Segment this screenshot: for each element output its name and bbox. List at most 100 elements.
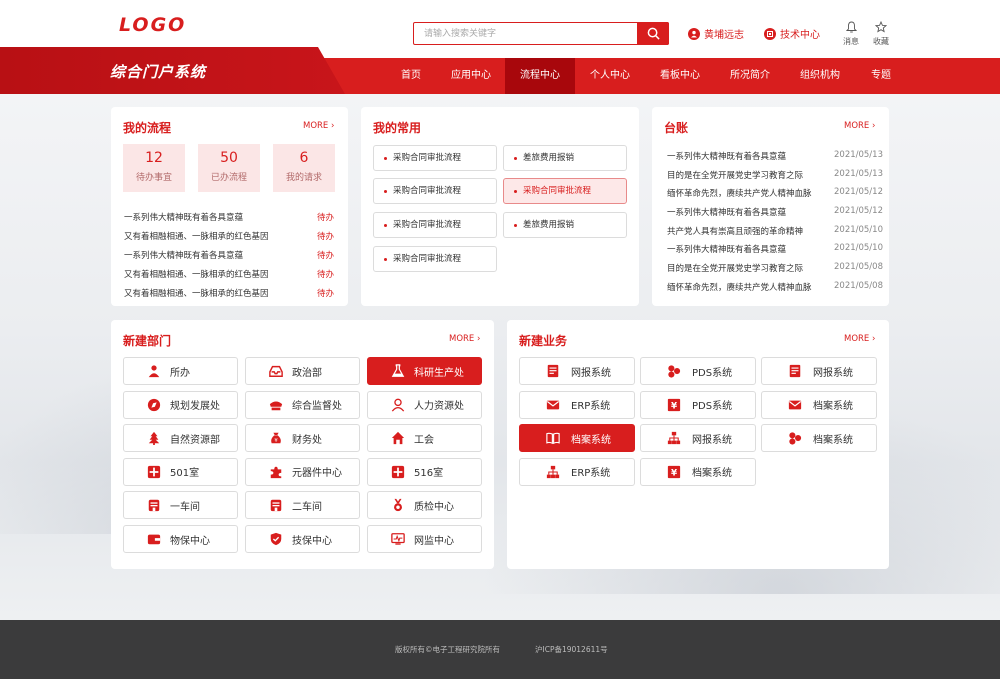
common-item[interactable]: 采购合同审批流程: [373, 145, 497, 171]
business-tile-label: PDS系统: [692, 401, 733, 413]
footer: 版权所有©电子工程研究院所有 沪ICP备19012611号: [0, 620, 1000, 679]
ledger-row[interactable]: 缅怀革命先烈，赓续共产党人精神血脉 2021/05/08: [667, 281, 883, 293]
ledger-row[interactable]: 一系列伟大精神既有着各具意蕴 2021/05/12: [667, 206, 883, 218]
flow-row[interactable]: 一系列伟大精神既有着各具意蕴 待办: [124, 249, 334, 261]
department-tile-label: 自然资源部: [170, 434, 220, 446]
ledger-row[interactable]: 共产党人具有崇高且顽强的革命精神 2021/05/10: [667, 225, 883, 237]
common-item-active[interactable]: 采购合同审批流程: [503, 178, 627, 204]
chevron-right-icon: ›: [477, 334, 481, 344]
stat-done[interactable]: 50 已办流程: [198, 144, 260, 192]
business-tile[interactable]: PDS系统: [640, 357, 756, 385]
nav-item-flow-center[interactable]: 流程中心: [505, 58, 575, 94]
business-tile[interactable]: ERP系统: [519, 390, 635, 419]
nav-item-home[interactable]: 首页: [385, 58, 437, 94]
business-tile-label: ERP系统: [571, 401, 611, 413]
department-tile[interactable]: 一车间: [123, 491, 238, 520]
department-tile-label: 财务处: [292, 434, 322, 446]
department-tile[interactable]: 516室: [367, 457, 482, 486]
business-tile[interactable]: 档案系统: [761, 390, 877, 419]
business-more-link[interactable]: MORE ›: [844, 334, 875, 344]
department-tile-label: 规划发展处: [170, 401, 220, 413]
common-item[interactable]: 采购合同审批流程: [373, 212, 497, 238]
department-tile[interactable]: 综合监督处: [245, 390, 360, 419]
stat-requests-label: 我的请求: [285, 173, 322, 183]
yen-icon: ¥: [666, 464, 682, 480]
department-tile[interactable]: 规划发展处: [123, 390, 238, 419]
footer-copyright: 版权所有©电子工程研究院所有: [395, 645, 500, 654]
business-tile[interactable]: ERP系统: [519, 457, 635, 486]
messages-label: 消息: [843, 37, 859, 46]
department-tile[interactable]: 政治部: [245, 357, 360, 385]
common-item[interactable]: 采购合同审批流程: [373, 178, 497, 204]
search-input[interactable]: [414, 23, 636, 44]
nav-item-app-center[interactable]: 应用中心: [437, 58, 505, 94]
department-tile[interactable]: 所办: [123, 357, 238, 385]
compass-icon: [146, 397, 162, 413]
ledger-row[interactable]: 一系列伟大精神既有着各具意蕴 2021/05/13: [667, 150, 883, 162]
business-tile[interactable]: ¥ PDS系统: [640, 390, 756, 419]
ledger-more-link[interactable]: MORE ›: [844, 121, 875, 131]
messages-button[interactable]: 消息: [839, 21, 863, 47]
business-card: 新建业务 MORE › 网报系统 PDS系统 网报系统 ERP系统 ¥ PDS系统 档案系统…: [507, 320, 889, 569]
business-tile[interactable]: 网报系统: [761, 357, 877, 385]
my-common-title: 我的常用: [373, 121, 422, 135]
user-link[interactable]: 黄埔远志: [688, 26, 744, 41]
cross-icon: [146, 464, 162, 480]
departments-more-link[interactable]: MORE ›: [449, 334, 480, 344]
business-tile[interactable]: ¥ 档案系统: [640, 457, 756, 486]
business-tile[interactable]: 网报系统: [519, 357, 635, 385]
nav-item-dashboard-center[interactable]: 看板中心: [645, 58, 715, 94]
department-tile[interactable]: 自然资源部: [123, 424, 238, 453]
my-flow-more-link[interactable]: MORE ›: [303, 121, 334, 131]
ledger-row[interactable]: 缅怀革命先烈，赓续共产党人精神血脉 2021/05/12: [667, 187, 883, 199]
business-tile[interactable]: 档案系统: [761, 424, 877, 453]
ledger-card: 台账 MORE › 一系列伟大精神既有着各具意蕴 2021/05/13 目的是在全…: [652, 107, 889, 306]
business-tile-label: 网报系统: [813, 367, 853, 379]
tech-center-link[interactable]: 技术中心: [764, 26, 820, 41]
ledger-row[interactable]: 目的是在全党开展党史学习教育之际 2021/05/13: [667, 169, 883, 181]
stat-pending[interactable]: 12 待办事宜: [123, 144, 185, 192]
star-icon: [875, 21, 887, 33]
department-tile[interactable]: 网监中心: [367, 525, 482, 553]
tech-center-icon: [764, 27, 776, 40]
department-tile[interactable]: 物保中心: [123, 525, 238, 553]
common-item[interactable]: 差旅费用报销: [503, 145, 627, 171]
business-tile[interactable]: 档案系统: [519, 424, 635, 453]
wallet-icon: [146, 531, 162, 547]
nav-item-topics[interactable]: 专题: [855, 58, 907, 94]
department-tile[interactable]: 科研生产处: [367, 357, 482, 385]
flow-row[interactable]: 又有着相融相通、一脉相承的红色基因 待办: [124, 268, 334, 280]
nav-item-personal-center[interactable]: 个人中心: [575, 58, 645, 94]
business-tile[interactable]: 网报系统: [640, 424, 756, 453]
nav-item-institute-intro[interactable]: 所况简介: [715, 58, 785, 94]
department-tile-label: 二车间: [292, 501, 322, 513]
logo[interactable]: LOGO: [119, 14, 186, 36]
flow-status: 待办: [316, 251, 334, 261]
department-tile[interactable]: 质检中心: [367, 491, 482, 520]
department-tile[interactable]: 二车间: [245, 491, 360, 520]
department-tile-label: 物保中心: [170, 535, 210, 547]
ledger-row[interactable]: 一系列伟大精神既有着各具意蕴 2021/05/10: [667, 243, 883, 255]
department-tile[interactable]: ¥ 财务处: [245, 424, 360, 453]
department-tile[interactable]: 工会: [367, 424, 482, 453]
common-item[interactable]: 差旅费用报销: [503, 212, 627, 238]
department-tile[interactable]: 501室: [123, 457, 238, 486]
flow-row[interactable]: 一系列伟大精神既有着各具意蕴 待办: [124, 211, 334, 223]
brand-banner: 综合门户系统: [0, 47, 345, 94]
department-tile-label: 技保中心: [292, 535, 332, 547]
department-tile[interactable]: 技保中心: [245, 525, 360, 553]
department-tile[interactable]: 人力资源处: [367, 390, 482, 419]
nav-item-organization[interactable]: 组织机构: [785, 58, 855, 94]
favorites-button[interactable]: 收藏: [869, 21, 893, 47]
stat-requests[interactable]: 6 我的请求: [273, 144, 335, 192]
common-item[interactable]: 采购合同审批流程: [373, 246, 497, 272]
flow-row[interactable]: 又有着相融相通、一脉相承的红色基因 待办: [124, 230, 334, 242]
flow-row[interactable]: 又有着相融相通、一脉相承的红色基因 待办: [124, 287, 334, 299]
search-button[interactable]: [637, 22, 669, 45]
cross-icon: [390, 464, 406, 480]
department-tile-label: 工会: [414, 434, 434, 446]
ledger-row[interactable]: 目的是在全党开展党史学习教育之际 2021/05/08: [667, 262, 883, 274]
chevron-right-icon: ›: [872, 334, 876, 344]
flask-icon: [390, 363, 406, 379]
department-tile[interactable]: 元器件中心: [245, 457, 360, 486]
